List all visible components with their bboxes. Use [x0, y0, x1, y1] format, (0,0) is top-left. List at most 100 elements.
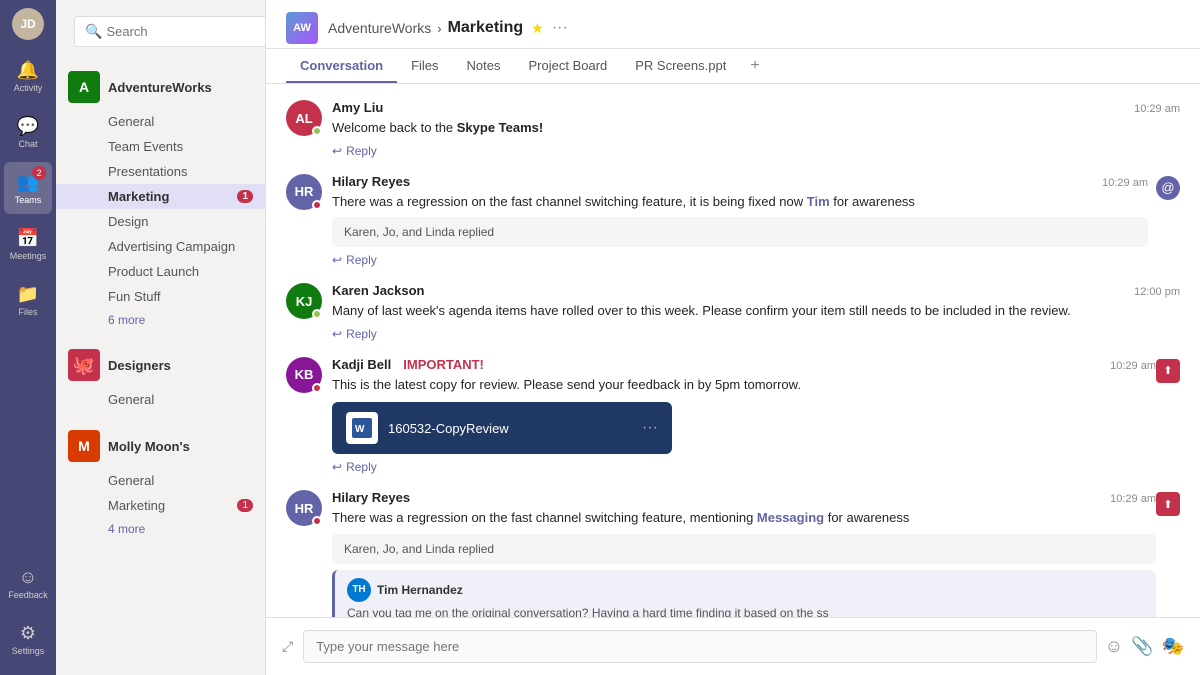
- message-composer: ⤢ ☺ 📎 🎭: [266, 617, 1200, 675]
- user-avatar[interactable]: JD: [12, 8, 44, 40]
- message-author: Amy Liu: [332, 100, 383, 115]
- tab-files[interactable]: Files: [397, 50, 452, 83]
- emoji-icon[interactable]: ☺: [1105, 636, 1123, 657]
- sidebar-item-marketing[interactable]: Marketing 1: [56, 184, 265, 209]
- reply-icon: ↩: [332, 460, 342, 474]
- avatar: KJ: [286, 283, 322, 319]
- settings-label: Settings: [12, 646, 45, 656]
- message-content: Hilary Reyes 10:29 am There was a regres…: [332, 490, 1156, 617]
- sidebar: 🔍 ✏ A AdventureWorks General Team Events…: [56, 0, 266, 675]
- expand-icon[interactable]: ⤢: [282, 638, 293, 655]
- status-dot: [312, 200, 322, 210]
- reply-button[interactable]: ↩ Reply: [332, 327, 1180, 341]
- avatar-initials: JD: [20, 17, 35, 31]
- group-molly-moons: M Molly Moon's General Marketing 1 4 mor…: [56, 418, 265, 546]
- nav-item-teams[interactable]: 👥 2 Teams: [4, 162, 52, 214]
- group-avatar-molly-moons: M: [68, 430, 100, 462]
- composer-actions: ☺ 📎 🎭: [1105, 636, 1184, 657]
- message-time: 10:29 am: [1134, 103, 1180, 115]
- sidebar-item-presentations[interactable]: Presentations: [56, 159, 265, 184]
- sidebar-item-molly-marketing[interactable]: Marketing 1: [56, 493, 265, 518]
- reply-icon: ↩: [332, 144, 342, 158]
- teams-badge: 2: [32, 166, 46, 180]
- feedback-label: Feedback: [8, 590, 48, 600]
- main-header: AW AdventureWorks › Marketing ★ ···: [266, 0, 1200, 49]
- sidebar-item-design[interactable]: Design: [56, 209, 265, 234]
- avatar: HR: [286, 490, 322, 526]
- group-header-designers[interactable]: 🐙 Designers: [56, 343, 265, 387]
- tab-conversation[interactable]: Conversation: [286, 50, 397, 83]
- message-body: There was a regression on the fast chann…: [332, 508, 1156, 528]
- important-label: IMPORTANT!: [403, 357, 484, 372]
- channel-name: Advertising Campaign: [108, 239, 235, 254]
- tab-pr-screens[interactable]: PR Screens.ppt: [621, 50, 740, 83]
- reply-label: Reply: [346, 144, 377, 158]
- adventureworks-more[interactable]: 6 more: [56, 309, 265, 331]
- message-content: Amy Liu 10:29 am Welcome back to the Sky…: [332, 100, 1180, 158]
- header-more-icon[interactable]: ···: [552, 19, 568, 37]
- sidebar-item-team-events[interactable]: Team Events: [56, 134, 265, 159]
- team-name: AdventureWorks: [328, 20, 431, 36]
- channel-name: Presentations: [108, 164, 188, 179]
- message-row: KJ Karen Jackson 12:00 pm Many of last w…: [286, 283, 1180, 341]
- nav-item-settings[interactable]: ⚙ Settings: [4, 613, 52, 665]
- search-input[interactable]: [106, 24, 266, 39]
- nav-item-activity[interactable]: 🔔 Activity: [4, 50, 52, 102]
- group-header-molly-moons[interactable]: M Molly Moon's: [56, 424, 265, 468]
- nav-item-chat[interactable]: 💬 Chat: [4, 106, 52, 158]
- group-header-adventureworks[interactable]: A AdventureWorks: [56, 65, 265, 109]
- sidebar-item-molly-general[interactable]: General: [56, 468, 265, 493]
- main-content: AW AdventureWorks › Marketing ★ ··· Conv…: [266, 0, 1200, 675]
- breadcrumb: AdventureWorks › Marketing: [328, 19, 523, 37]
- giphy-icon[interactable]: 🎭: [1162, 636, 1184, 657]
- files-icon: 📁: [17, 284, 39, 305]
- message-author: Karen Jackson: [332, 283, 425, 298]
- favorite-star-icon[interactable]: ★: [531, 20, 544, 37]
- molly-more[interactable]: 4 more: [56, 518, 265, 540]
- message-author: Hilary Reyes: [332, 174, 410, 189]
- message-header: Amy Liu 10:29 am: [332, 100, 1180, 115]
- group-avatar-designers: 🐙: [68, 349, 100, 381]
- nav-rail: JD 🔔 Activity 💬 Chat 👥 2 Teams 📅 Meeting…: [0, 0, 56, 675]
- activity-icon: 🔔: [17, 60, 39, 81]
- nav-item-meetings[interactable]: 📅 Meetings: [4, 218, 52, 270]
- reply-button[interactable]: ↩ Reply: [332, 460, 1156, 474]
- sidebar-item-general[interactable]: General: [56, 109, 265, 134]
- file-attachment[interactable]: W 160532-CopyReview ···: [332, 402, 672, 454]
- sidebar-item-designers-general[interactable]: General: [56, 387, 265, 412]
- message-time: 12:00 pm: [1134, 286, 1180, 298]
- message-author: Kadji Bell: [332, 357, 391, 372]
- search-box[interactable]: 🔍: [74, 16, 266, 47]
- channel-badge: 1: [237, 499, 253, 512]
- tab-project-board[interactable]: Project Board: [515, 50, 622, 83]
- message-row: AL Amy Liu 10:29 am Welcome back to the …: [286, 100, 1180, 158]
- message-author: Hilary Reyes: [332, 490, 410, 505]
- sidebar-item-product-launch[interactable]: Product Launch: [56, 259, 265, 284]
- feedback-icon: ☺: [19, 567, 37, 588]
- message-input[interactable]: [303, 630, 1097, 663]
- sidebar-item-advertising[interactable]: Advertising Campaign: [56, 234, 265, 259]
- status-dot: [312, 516, 322, 526]
- meetings-label: Meetings: [10, 251, 47, 261]
- group-name-adventureworks: AdventureWorks: [108, 80, 212, 95]
- chat-icon: 💬: [17, 116, 39, 137]
- reply-icon: ↩: [332, 253, 342, 267]
- sidebar-item-fun-stuff[interactable]: Fun Stuff: [56, 284, 265, 309]
- share-icon: ⬆: [1156, 492, 1180, 516]
- message-row: KB Kadji Bell IMPORTANT! 10:29 am This i…: [286, 357, 1180, 475]
- message-body: Welcome back to the Skype Teams!: [332, 118, 1180, 138]
- add-tab-button[interactable]: +: [740, 49, 769, 83]
- message-content: Kadji Bell IMPORTANT! 10:29 am This is t…: [332, 357, 1156, 475]
- reply-label: Reply: [346, 253, 377, 267]
- reply-button[interactable]: ↩ Reply: [332, 253, 1148, 267]
- tab-notes[interactable]: Notes: [453, 50, 515, 83]
- nav-item-feedback[interactable]: ☺ Feedback: [4, 557, 52, 609]
- group-adventureworks: A AdventureWorks General Team Events Pre…: [56, 59, 265, 337]
- attach-icon[interactable]: 📎: [1131, 636, 1153, 657]
- reply-button[interactable]: ↩ Reply: [332, 144, 1180, 158]
- message-time: 10:29 am: [1102, 177, 1148, 189]
- messages-area: AL Amy Liu 10:29 am Welcome back to the …: [266, 84, 1200, 617]
- nav-item-files[interactable]: 📁 Files: [4, 274, 52, 326]
- meetings-icon: 📅: [17, 228, 39, 249]
- file-more-icon[interactable]: ···: [642, 419, 658, 437]
